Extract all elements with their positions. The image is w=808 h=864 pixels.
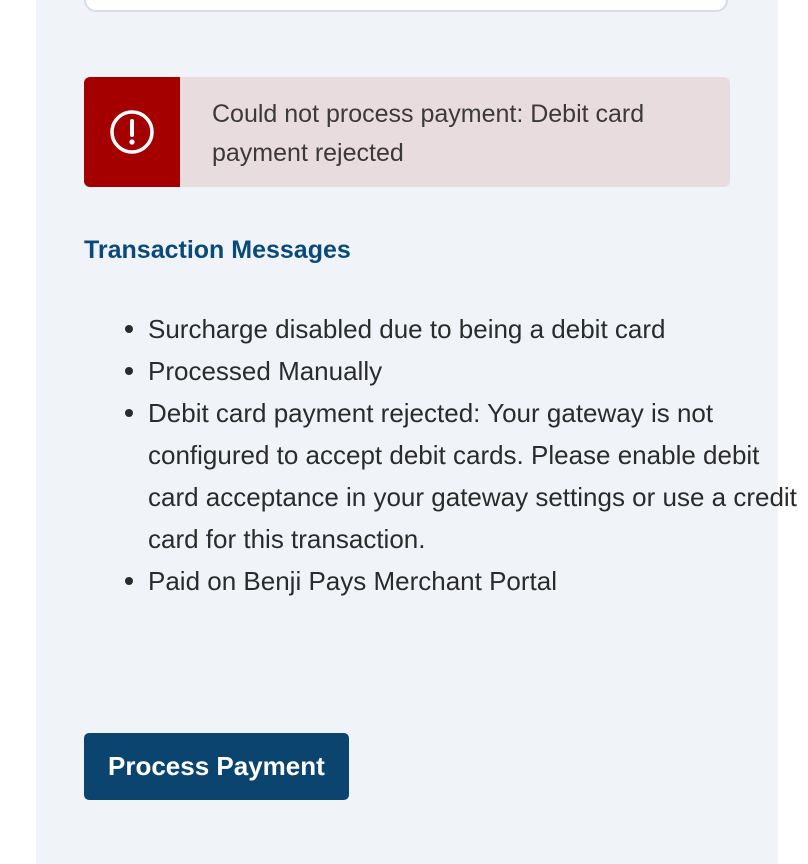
list-item: Paid on Benji Pays Merchant Portal	[125, 560, 798, 602]
transaction-messages-list: Surcharge disabled due to being a debit …	[84, 308, 798, 602]
alert-icon-box	[84, 77, 180, 187]
transaction-messages-heading: Transaction Messages	[84, 236, 351, 264]
list-item: Surcharge disabled due to being a debit …	[125, 308, 798, 350]
content-panel: Could not process payment: Debit card pa…	[36, 0, 797, 864]
exclamation-circle-icon	[110, 110, 154, 154]
list-item: Processed Manually	[125, 350, 798, 392]
error-alert: Could not process payment: Debit card pa…	[84, 77, 730, 187]
previous-card	[84, 0, 728, 12]
process-payment-button[interactable]: Process Payment	[84, 733, 349, 800]
list-item: Debit card payment rejected: Your gatewa…	[125, 392, 798, 560]
alert-message: Could not process payment: Debit card pa…	[212, 100, 645, 167]
